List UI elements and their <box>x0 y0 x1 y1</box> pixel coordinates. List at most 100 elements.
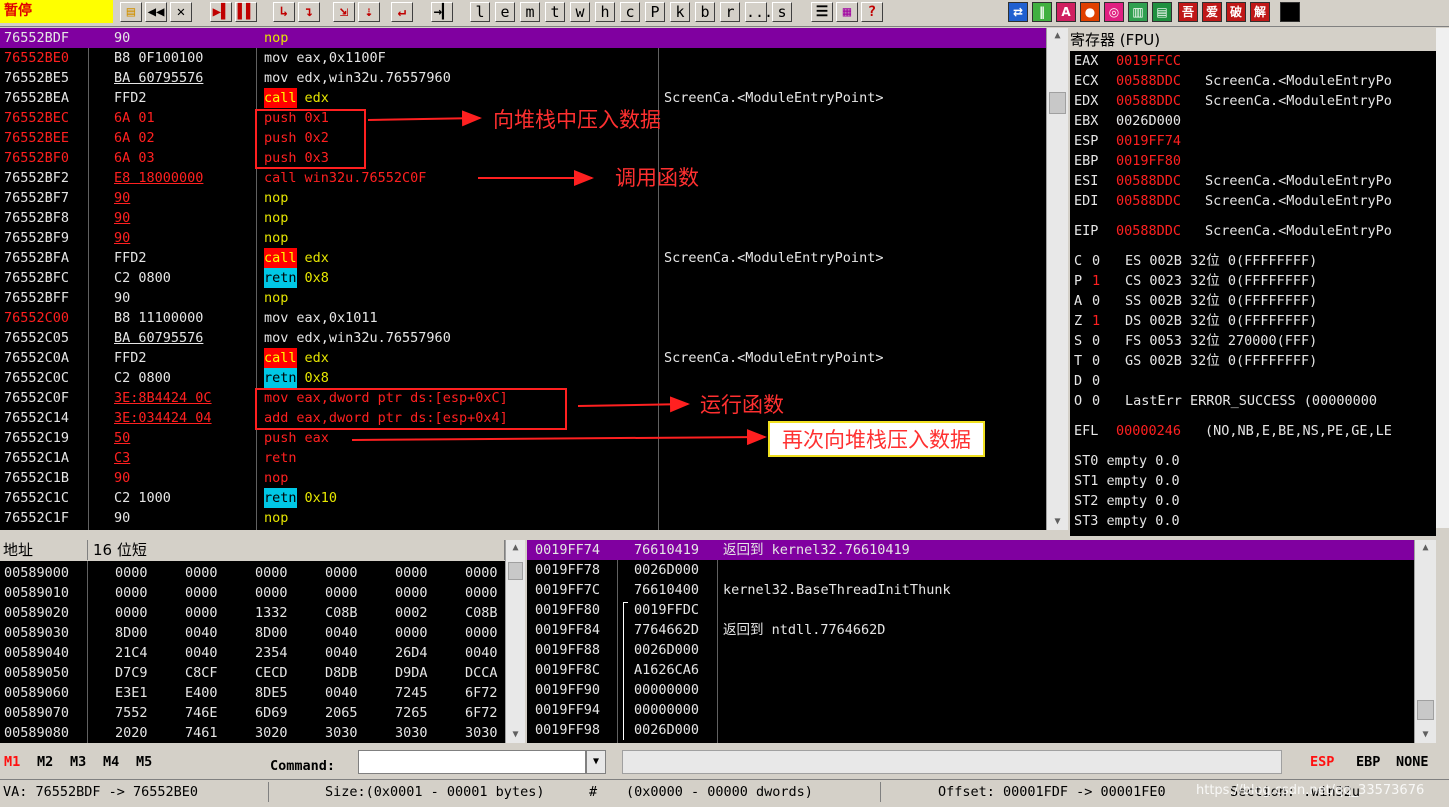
toolbar-s-button[interactable]: s <box>772 2 792 22</box>
toolbar-more-button[interactable]: ... <box>745 2 773 22</box>
table-icon[interactable]: ▤ <box>1152 2 1172 22</box>
stack-row[interactable]: 0019FF80 0019FFDC <box>527 600 1414 620</box>
register-eax[interactable]: EAX 0019FFCC <box>1070 51 1436 71</box>
register-efl[interactable]: EFL 00000246 (NO,NB,E,BE,NS,PE,GE,LE <box>1070 421 1436 441</box>
a-icon[interactable]: A <box>1056 2 1076 22</box>
dump-scroll-down-icon[interactable]: ▼ <box>506 727 525 743</box>
register-value[interactable]: 00588DDC <box>1116 71 1181 91</box>
toolbar-k-button[interactable]: k <box>670 2 690 22</box>
plugin-ai[interactable]: 爱 <box>1202 2 1222 22</box>
dump-row[interactable]: 00589000 0000 0000 0000 0000 0000 0000 <box>0 563 505 583</box>
disasm-row[interactable]: 76552BE5 BA 60795576 mov edx,win32u.7655796… <box>0 68 1046 88</box>
register-value[interactable]: 00588DDC <box>1116 221 1181 241</box>
register-edx[interactable]: EDX 00588DDC ScreenCa.<ModuleEntryPo <box>1070 91 1436 111</box>
ebp-button[interactable]: EBP <box>1356 753 1380 771</box>
dump-scroll-up-icon[interactable]: ▲ <box>506 540 525 556</box>
register-ebp[interactable]: EBP 0019FF80 <box>1070 151 1436 171</box>
registers-pane[interactable]: EAX 0019FFCC ECX 00588DDC ScreenCa.<ModuleEn… <box>1070 51 1436 536</box>
flag-value[interactable]: 0 <box>1092 331 1100 351</box>
memory-tab-m4[interactable]: M4 <box>103 753 119 771</box>
register-value[interactable]: 00588DDC <box>1116 91 1181 111</box>
help-icon[interactable]: ? <box>861 2 883 22</box>
stack-row[interactable]: 0019FF90 00000000 <box>527 680 1414 700</box>
toolbar-e-button[interactable]: e <box>495 2 515 22</box>
toolbar-t-button[interactable]: t <box>545 2 565 22</box>
run-icon[interactable]: ▶▌ <box>210 2 232 22</box>
flag-value[interactable]: 0 <box>1092 291 1100 311</box>
goto-icon[interactable]: →▎ <box>431 2 453 22</box>
flag-value[interactable]: 0 <box>1092 371 1100 391</box>
stack-row[interactable]: 0019FF8C A1626CA6 <box>527 660 1414 680</box>
register-value[interactable]: 00588DDC <box>1116 171 1181 191</box>
toolbar-r-button[interactable]: r <box>720 2 740 22</box>
disasm-row[interactable]: 76552BF8 90 nop <box>0 208 1046 228</box>
toolbar-h-button[interactable]: h <box>595 2 615 22</box>
dump-header-mode[interactable]: 16 位短 <box>88 540 505 560</box>
flag-p[interactable]: P 1 CS 0023 32位 0(FFFFFFFF) <box>1070 271 1436 291</box>
target-icon[interactable]: ◎ <box>1104 2 1124 22</box>
dump-header-address[interactable]: 地址 <box>0 540 88 560</box>
dump-row[interactable]: 00589070 7552 746E 6D69 2065 7265 6F72 <box>0 703 505 723</box>
flag-value[interactable]: 0 <box>1092 391 1100 411</box>
refresh-icon[interactable]: ⇄ <box>1008 2 1028 22</box>
plugin-jie[interactable]: 解 <box>1250 2 1270 22</box>
register-ecx[interactable]: ECX 00588DDC ScreenCa.<ModuleEntryPo <box>1070 71 1436 91</box>
fpu-register[interactable]: ST3 empty 0.0 <box>1070 511 1436 531</box>
disasm-row[interactable]: 76552BF2 E8 18000000 call win32u.76552C0F <box>0 168 1046 188</box>
dump-row[interactable]: 00589030 8D00 0040 8D00 0040 0000 0000 <box>0 623 505 643</box>
dump-scrollbar[interactable]: ▲ ▼ <box>505 540 525 743</box>
scroll-thumb[interactable] <box>1049 92 1066 114</box>
toolbar-P-button[interactable]: P <box>645 2 665 22</box>
dump-row[interactable]: 00589080 2020 7461 3020 3030 3030 3030 <box>0 723 505 743</box>
command-dropdown-icon[interactable]: ▼ <box>586 750 606 774</box>
fpu-register[interactable]: ST1 empty 0.0 <box>1070 471 1436 491</box>
disassembly-scrollbar[interactable]: ▲ ▼ <box>1046 28 1068 530</box>
stack-row[interactable]: 0019FF98 0026D000 <box>527 720 1414 740</box>
open-icon[interactable]: ▤ <box>120 2 142 22</box>
disasm-row[interactable]: 76552C0A FFD2 call edx ScreenCa.<ModuleEntry… <box>0 348 1046 368</box>
memory-tab-m1[interactable]: M1 <box>4 753 20 771</box>
disasm-row[interactable]: 76552BFA FFD2 call edx ScreenCa.<ModuleEntry… <box>0 248 1046 268</box>
execute-till-return-icon[interactable]: ↵ <box>391 2 413 22</box>
stack-scroll-down-icon[interactable]: ▼ <box>1415 727 1436 743</box>
toolbar-b-button[interactable]: b <box>695 2 715 22</box>
none-button[interactable]: NONE <box>1396 753 1429 771</box>
dump-pane[interactable]: 00589000 0000 0000 0000 0000 0000 0000 00589010… <box>0 561 505 743</box>
disasm-row[interactable]: 76552C1C C2 1000 retn 0x10 <box>0 488 1046 508</box>
dump-row[interactable]: 00589050 D7C9 C8CF CECD D8DB D9DA DCCA <box>0 663 505 683</box>
disasm-row[interactable]: 76552BFF 90 nop <box>0 288 1046 308</box>
flag-t[interactable]: T 0 GS 002B 32位 0(FFFFFFFF) <box>1070 351 1436 371</box>
flag-a[interactable]: A 0 SS 002B 32位 0(FFFFFFFF) <box>1070 291 1436 311</box>
disasm-row[interactable]: 76552BF0 6A 03 push 0x3 <box>0 148 1046 168</box>
dump-row[interactable]: 00589020 0000 0000 1332 C08B 0002 C08B <box>0 603 505 623</box>
stack-row[interactable]: 0019FF78 0026D000 <box>527 560 1414 580</box>
step-into-icon[interactable]: ↳ <box>273 2 295 22</box>
toolbar-l-button[interactable]: l <box>470 2 490 22</box>
dump-row[interactable]: 00589010 0000 0000 0000 0000 0000 0000 <box>0 583 505 603</box>
register-value[interactable]: 00588DDC <box>1116 191 1181 211</box>
plugin-po[interactable]: 破 <box>1226 2 1246 22</box>
disasm-row[interactable]: 76552BDF 90 nop <box>0 28 1046 48</box>
command-input[interactable] <box>358 750 586 774</box>
flag-value[interactable]: 0 <box>1092 351 1100 371</box>
disasm-row[interactable]: 76552C1F 90 nop <box>0 508 1046 528</box>
toolbar-w-button[interactable]: w <box>570 2 590 22</box>
register-edi[interactable]: EDI 00588DDC ScreenCa.<ModuleEntryPo <box>1070 191 1436 211</box>
trace-into-icon[interactable]: ⇲ <box>333 2 355 22</box>
list-icon[interactable]: ☰ <box>811 2 833 22</box>
toolbar-c-button[interactable]: c <box>620 2 640 22</box>
memory-tab-m2[interactable]: M2 <box>37 753 53 771</box>
pause-icon[interactable]: ▌▌ <box>235 2 257 22</box>
chart-icon[interactable]: ▥ <box>1128 2 1148 22</box>
record-icon[interactable]: ● <box>1080 2 1100 22</box>
disasm-row[interactable]: 76552C1B 90 nop <box>0 468 1046 488</box>
stack-pane[interactable]: 0019FF74 76610419 返回到 kernel32.76610419 001… <box>527 540 1414 743</box>
flag-value[interactable]: 0 <box>1092 251 1100 271</box>
register-ebx[interactable]: EBX 0026D000 <box>1070 111 1436 131</box>
trace-over-icon[interactable]: ⇣ <box>358 2 380 22</box>
register-value[interactable]: 0019FF80 <box>1116 151 1181 171</box>
fpu-register[interactable]: ST0 empty 0.0 <box>1070 451 1436 471</box>
restart-icon[interactable]: ◀◀ <box>145 2 167 22</box>
disasm-row[interactable]: 76552BF7 90 nop <box>0 188 1046 208</box>
stack-row[interactable]: 0019FF94 00000000 <box>527 700 1414 720</box>
